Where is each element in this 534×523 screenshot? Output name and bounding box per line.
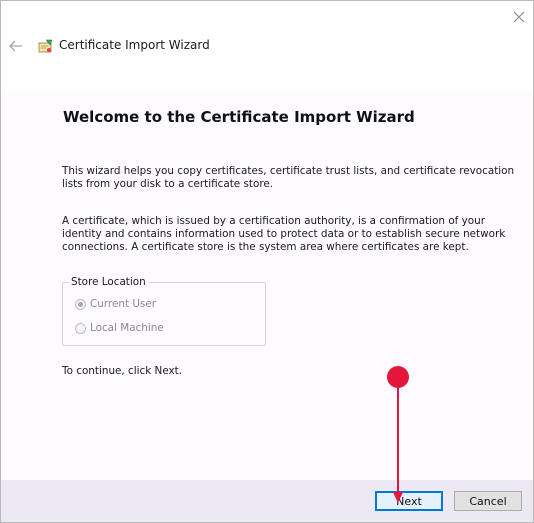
continue-instruction: To continue, click Next. (62, 365, 183, 377)
back-arrow-icon (9, 40, 22, 52)
close-icon (513, 11, 525, 23)
wizard-content: Welcome to the Certificate Import Wizard… (1, 91, 533, 480)
page-title: Welcome to the Certificate Import Wizard (63, 108, 415, 126)
local-machine-option[interactable]: Local Machine (75, 321, 164, 335)
wizard-window: Certificate Import Wizard Welcome to the… (0, 0, 534, 523)
description-paragraph: A certificate, which is issued by a cert… (62, 215, 506, 253)
current-user-label: Current User (90, 298, 157, 310)
intro-paragraph: This wizard helps you copy certificates,… (62, 165, 515, 190)
store-location-legend: Store Location (69, 276, 148, 288)
store-location-group: Store Location Current User Local Machin… (62, 276, 266, 346)
title-bar: Certificate Import Wizard (1, 1, 533, 91)
wizard-footer: Next Cancel (1, 480, 533, 522)
back-button[interactable] (7, 37, 25, 55)
close-button[interactable] (505, 5, 531, 29)
window-title: Certificate Import Wizard (59, 38, 210, 52)
local-machine-radio[interactable] (75, 322, 86, 334)
cancel-button[interactable]: Cancel (454, 491, 522, 511)
local-machine-label: Local Machine (90, 322, 164, 334)
next-button[interactable]: Next (375, 491, 443, 511)
current-user-radio[interactable] (75, 298, 86, 310)
current-user-option[interactable]: Current User (75, 297, 156, 311)
certificate-icon (37, 38, 54, 55)
